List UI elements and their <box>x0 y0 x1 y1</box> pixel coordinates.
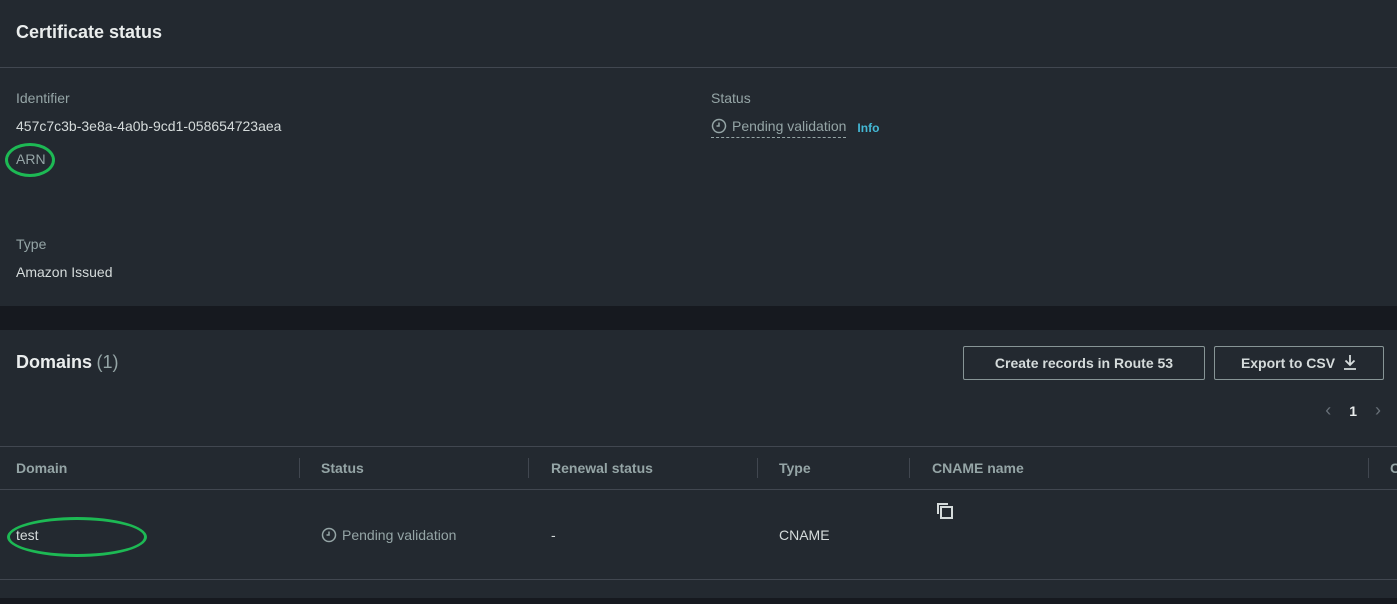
domains-title: Domains <box>16 352 93 372</box>
column-type[interactable]: Type <box>779 460 811 476</box>
row-renewal-status: - <box>551 527 556 543</box>
arn-highlight-oval <box>5 143 55 177</box>
identifier-value: 457c7c3b-3e8a-4a0b-9cd1-058654723aea <box>16 118 282 134</box>
column-divider[interactable] <box>299 458 300 478</box>
column-cname-name[interactable]: CNAME name <box>932 460 1024 476</box>
column-status[interactable]: Status <box>321 460 364 476</box>
clock-icon <box>321 527 337 543</box>
row-status-text: Pending validation <box>342 527 457 543</box>
certificate-status-value: Pending validation Info <box>711 118 879 138</box>
download-icon <box>1343 354 1357 373</box>
export-csv-label: Export to CSV <box>1240 355 1336 371</box>
row-type: CNAME <box>779 527 830 543</box>
certificate-status-header: Certificate status <box>0 0 1397 68</box>
type-value: Amazon Issued <box>16 264 113 280</box>
table-row: test Pending validation - CNAME <box>0 490 1397 580</box>
domains-heading: Domains (1) <box>16 352 118 373</box>
certificate-status-title: Certificate status <box>16 22 163 42</box>
domains-panel: Domains (1) Create records in Route 53 E… <box>0 330 1397 598</box>
pagination: ‹ 1 › <box>1325 400 1381 421</box>
domains-count: (1) <box>96 352 119 372</box>
domain-highlight-oval <box>7 517 147 557</box>
column-domain[interactable]: Domain <box>16 460 67 476</box>
info-link[interactable]: Info <box>857 121 879 135</box>
page-number[interactable]: 1 <box>1349 403 1357 419</box>
chevron-left-icon[interactable]: ‹ <box>1325 400 1331 421</box>
certificate-status-panel: Certificate status Identifier 457c7c3b-3… <box>0 0 1397 306</box>
status-pending-popover[interactable]: Pending validation <box>711 118 847 138</box>
column-renewal-status[interactable]: Renewal status <box>551 460 653 476</box>
column-cname-value[interactable]: C <box>1390 460 1397 476</box>
create-records-label: Create records in Route 53 <box>994 355 1174 371</box>
column-divider[interactable] <box>528 458 529 478</box>
identifier-label: Identifier <box>16 90 70 106</box>
type-label: Type <box>16 236 47 252</box>
row-status: Pending validation <box>321 527 456 543</box>
domains-table-header: Domain Status Renewal status Type CNAME … <box>0 446 1397 490</box>
column-divider[interactable] <box>909 458 910 478</box>
column-divider[interactable] <box>1368 458 1369 478</box>
chevron-right-icon[interactable]: › <box>1375 400 1381 421</box>
status-label: Status <box>711 90 751 106</box>
create-records-route53-button[interactable]: Create records in Route 53 <box>963 346 1205 380</box>
export-csv-button[interactable]: Export to CSV <box>1214 346 1384 380</box>
copy-icon[interactable] <box>936 502 954 520</box>
column-divider[interactable] <box>757 458 758 478</box>
status-pending-text: Pending validation <box>732 118 847 134</box>
clock-icon <box>711 118 727 134</box>
